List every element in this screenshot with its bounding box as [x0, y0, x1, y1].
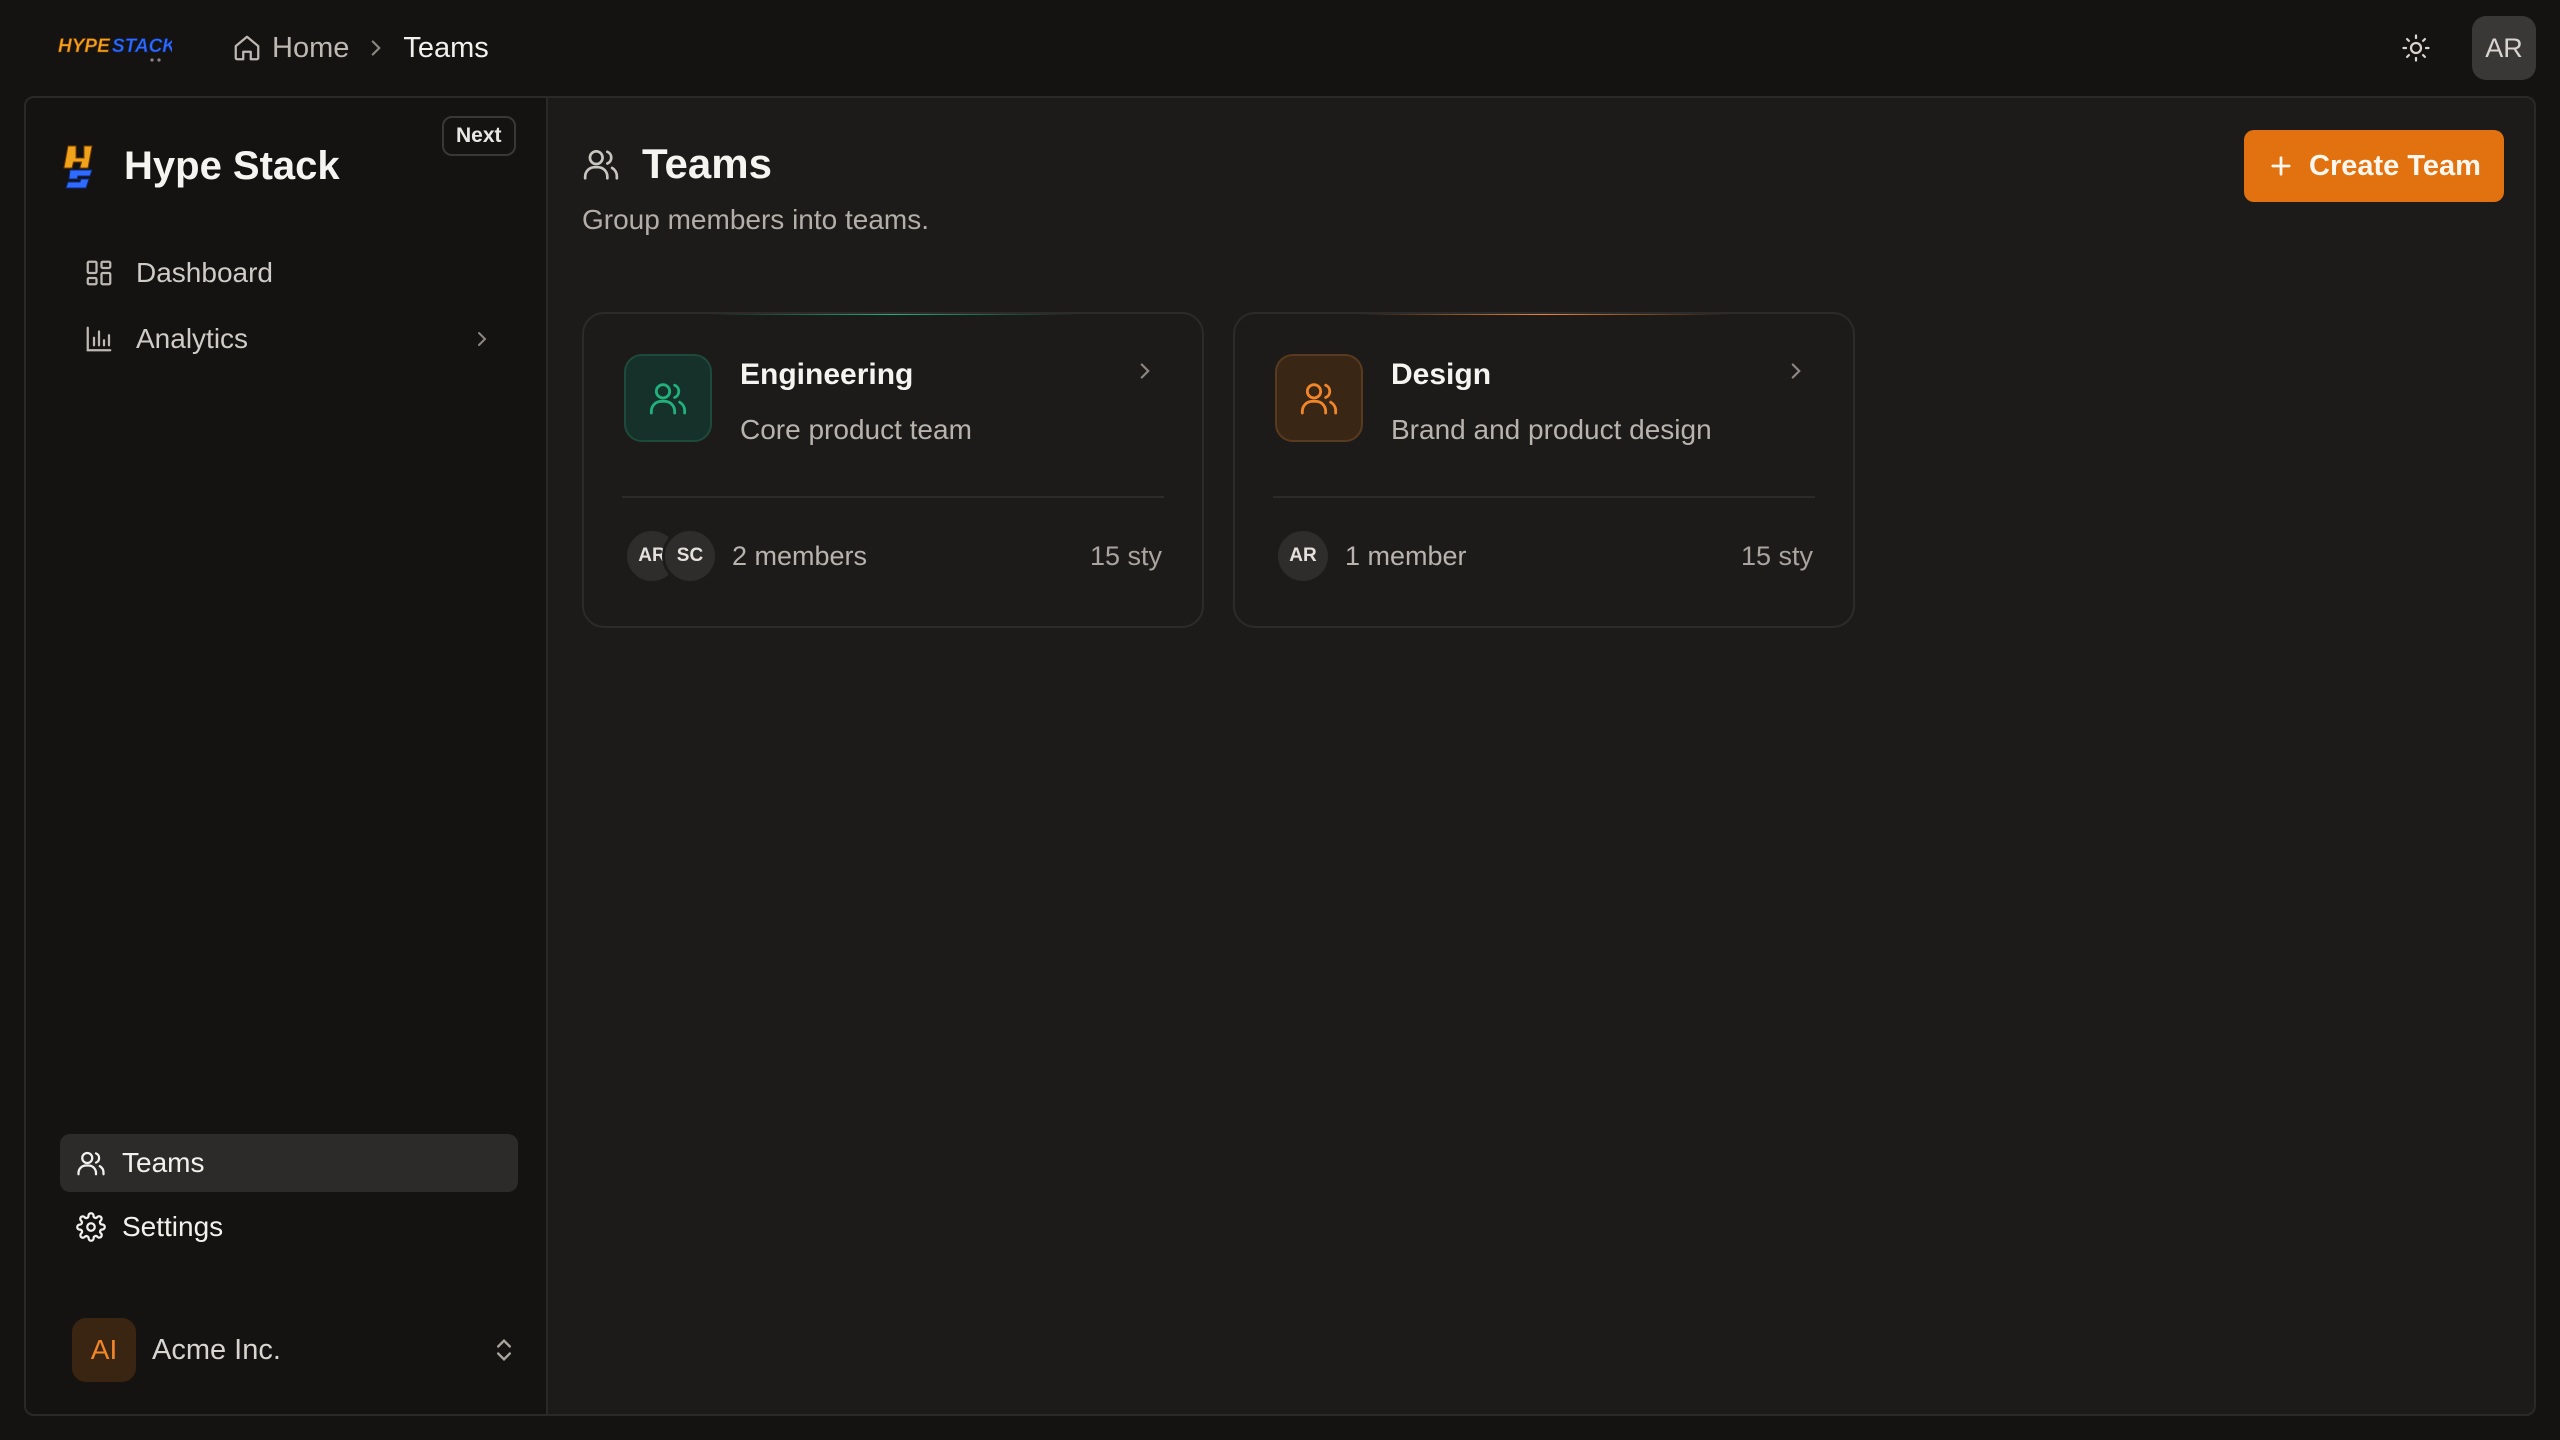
gear-icon	[76, 1212, 106, 1242]
create-team-button[interactable]: Create Team	[2244, 130, 2504, 202]
chevron-right-icon	[470, 327, 494, 351]
brand-name: Hype Stack	[124, 143, 340, 188]
version-badge: Next	[442, 116, 516, 156]
member-count: 1 member	[1345, 540, 1467, 571]
sun-icon	[2401, 33, 2431, 63]
svg-text:HYPE: HYPE	[58, 36, 111, 57]
card-divider	[1273, 496, 1815, 498]
card-accent	[707, 314, 1079, 315]
users-icon	[1299, 378, 1339, 418]
team-name: Design	[1391, 358, 1492, 391]
sidebar-item-settings[interactable]: Settings	[60, 1198, 518, 1256]
chevron-right-icon	[363, 35, 389, 61]
card-accent	[1358, 314, 1730, 315]
team-icon	[624, 354, 712, 442]
svg-text:STACK: STACK	[112, 36, 172, 57]
team-card-design[interactable]: Design Brand and product design AR 1 mem…	[1233, 312, 1855, 628]
member-avatar: AR	[1275, 528, 1331, 584]
org-name: Acme Inc.	[152, 1333, 281, 1366]
main-content: Teams Group members into teams. Create T…	[548, 98, 2534, 1414]
chevron-right-icon	[1783, 358, 1809, 384]
sidebar-item-dashboard[interactable]: Dashboard	[62, 240, 518, 306]
breadcrumb: Home Teams	[232, 24, 489, 72]
user-avatar[interactable]: AR	[2472, 16, 2536, 80]
dashboard-icon	[84, 258, 114, 288]
users-icon	[648, 378, 688, 418]
team-meta: 15 sty	[1089, 540, 1162, 571]
card-divider	[622, 496, 1164, 498]
sidebar: Next Hype Stack Dashboard Analytics Team…	[26, 98, 548, 1414]
breadcrumb-current: Teams	[403, 31, 489, 64]
sidebar-bottom-nav: Teams Settings	[60, 1134, 518, 1262]
team-footer: AR 1 member 15 sty	[1275, 528, 1813, 584]
page-title: Teams	[642, 140, 772, 187]
sidebar-item-label: Settings	[122, 1211, 224, 1242]
sidebar-nav: Dashboard Analytics	[62, 240, 518, 372]
sidebar-item-label: Analytics	[136, 323, 249, 354]
bar-chart-icon	[84, 324, 114, 354]
team-meta: 15 sty	[1740, 540, 1813, 571]
team-description: Brand and product design	[1391, 414, 1712, 445]
hype-stack-logo[interactable]: HYPE STACK	[56, 30, 172, 64]
sidebar-item-analytics[interactable]: Analytics	[62, 306, 518, 372]
org-avatar: AI	[72, 1318, 136, 1382]
org-switcher[interactable]: AI Acme Inc.	[72, 1318, 518, 1382]
theme-toggle-button[interactable]	[2390, 24, 2442, 72]
member-count: 2 members	[732, 540, 868, 571]
top-bar: HYPE STACK Home Teams AR	[0, 0, 2560, 96]
home-icon	[232, 33, 262, 63]
breadcrumb-home-label: Home	[272, 31, 350, 64]
sidebar-item-label: Dashboard	[136, 257, 273, 288]
page-subtitle: Group members into teams.	[582, 204, 930, 235]
member-avatar: SC	[662, 528, 718, 584]
brand-logo-icon	[62, 142, 102, 190]
create-team-label: Create Team	[2309, 149, 2481, 182]
breadcrumb-home[interactable]: Home	[232, 32, 349, 65]
chevrons-up-down-icon	[490, 1336, 518, 1364]
plus-icon	[2267, 152, 2295, 180]
team-footer: AR SC 2 members 15 sty	[624, 528, 1162, 584]
team-card-engineering[interactable]: Engineering Core product team AR SC 2 me…	[582, 312, 1204, 628]
app-shell: Next Hype Stack Dashboard Analytics Team…	[24, 96, 2536, 1416]
sidebar-brand[interactable]: Hype Stack	[62, 142, 340, 190]
users-icon	[76, 1148, 106, 1178]
chevron-right-icon	[1132, 358, 1158, 384]
users-icon	[582, 145, 620, 183]
team-icon	[1275, 354, 1363, 442]
sidebar-item-label: Teams	[122, 1147, 205, 1178]
team-name: Engineering	[740, 358, 914, 391]
page-header: Teams	[582, 140, 772, 188]
sidebar-item-teams[interactable]: Teams	[60, 1134, 518, 1192]
team-description: Core product team	[740, 414, 972, 445]
